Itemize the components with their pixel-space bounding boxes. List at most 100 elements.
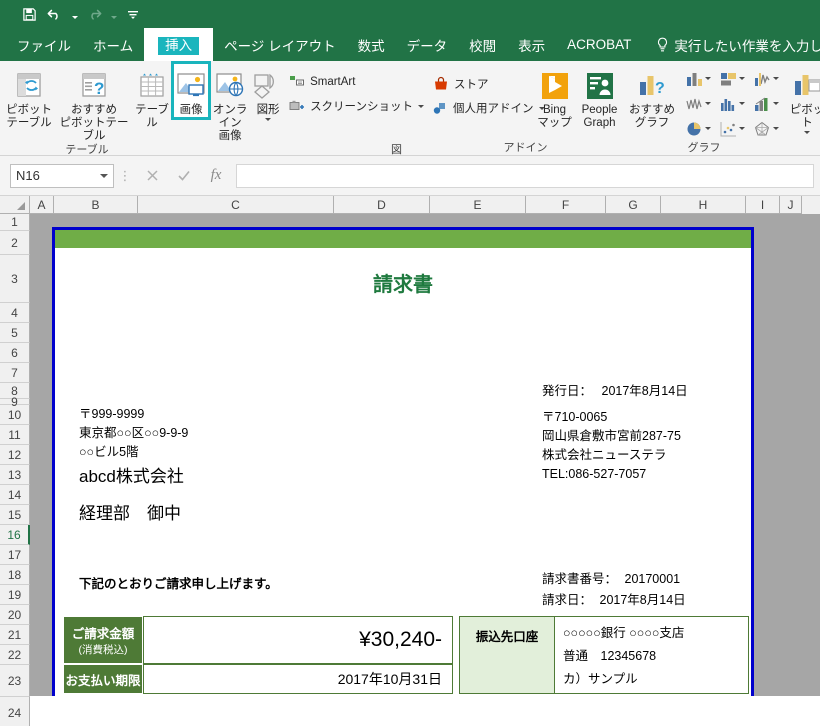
redo-dropdown-icon[interactable] xyxy=(107,2,120,26)
enter-icon[interactable] xyxy=(168,164,200,188)
chevron-down-icon[interactable] xyxy=(704,102,711,105)
tab-file[interactable]: ファイル xyxy=(6,28,82,61)
row-header-2[interactable]: 2 xyxy=(0,231,30,255)
column-header-B[interactable]: B xyxy=(54,196,138,214)
recommended-pivot-table-button[interactable]: ? おすすめ ピボットテーブル xyxy=(58,64,130,143)
histogram-chart-button[interactable] xyxy=(715,91,749,116)
formula-input[interactable] xyxy=(236,163,814,188)
chevron-down-icon[interactable] xyxy=(772,77,779,80)
save-icon[interactable] xyxy=(16,2,42,26)
row-header-5[interactable]: 5 xyxy=(0,323,30,343)
tab-view[interactable]: 表示 xyxy=(507,28,556,61)
customize-toolbar-icon[interactable] xyxy=(120,2,146,26)
column-header-C[interactable]: C xyxy=(138,196,334,214)
pivot-table-button[interactable]: ピボット テーブル xyxy=(0,64,58,130)
name-box[interactable]: N16 xyxy=(10,163,114,188)
row-header-4[interactable]: 4 xyxy=(0,303,30,323)
column-header-D[interactable]: D xyxy=(334,196,430,214)
screenshot-button[interactable]: スクリーンショット xyxy=(284,94,428,118)
cancel-icon[interactable] xyxy=(136,164,168,188)
waterfall-chart-button[interactable] xyxy=(749,91,783,116)
chevron-down-icon[interactable] xyxy=(704,77,711,80)
picture-button[interactable]: 画像 xyxy=(170,61,212,120)
tab-acrobat[interactable]: ACROBAT xyxy=(556,28,642,61)
column-header-G[interactable]: G xyxy=(606,196,661,214)
issue-date-line: 発行日： 2017年8月14日 xyxy=(542,382,688,401)
redo-icon[interactable] xyxy=(81,2,107,26)
chevron-down-icon[interactable] xyxy=(265,118,272,121)
table-button[interactable]: テーブル xyxy=(130,64,174,130)
tell-me-box[interactable]: 実行したい作業を入力してください xyxy=(642,28,820,61)
smartart-button[interactable]: SmartArt xyxy=(284,70,428,94)
tab-review[interactable]: 校閲 xyxy=(458,28,507,61)
ribbon-group-illustrations: 画像 オンライン 画像 図形 SmartArt スクリーンショット 図 xyxy=(170,61,428,155)
row-header-1[interactable]: 1 xyxy=(0,214,30,231)
tab-page-layout[interactable]: ページ レイアウト xyxy=(213,28,346,61)
chevron-down-icon[interactable] xyxy=(772,102,779,105)
tab-label: 挿入 xyxy=(158,36,200,56)
row-header-17[interactable]: 17 xyxy=(0,545,30,565)
chevron-down-icon[interactable] xyxy=(772,127,779,130)
recipient-company: abcd株式会社 xyxy=(79,467,184,486)
chevron-down-icon[interactable] xyxy=(738,127,745,130)
line-chart-button[interactable] xyxy=(749,66,783,91)
row-header-23[interactable]: 23 xyxy=(0,665,30,697)
column-header-H[interactable]: H xyxy=(661,196,746,214)
chevron-down-icon[interactable] xyxy=(738,77,745,80)
row-header-6[interactable]: 6 xyxy=(0,343,30,363)
bar-chart-button[interactable] xyxy=(715,66,749,91)
column-chart-button[interactable] xyxy=(681,66,715,91)
row-header-12[interactable]: 12 xyxy=(0,445,30,465)
stock-chart-button[interactable] xyxy=(681,91,715,116)
row-header-14[interactable]: 14 xyxy=(0,485,30,505)
people-graph-button[interactable]: People Graph xyxy=(576,64,623,130)
pivot-table-icon xyxy=(14,68,44,104)
column-header-A[interactable]: A xyxy=(30,196,54,214)
row-header-15[interactable]: 15 xyxy=(0,505,30,525)
radar-chart-button[interactable] xyxy=(749,116,783,141)
tab-insert[interactable]: 挿入 xyxy=(144,28,214,61)
select-all-corner[interactable] xyxy=(0,196,30,214)
row-header-3[interactable]: 3 xyxy=(0,255,30,303)
chevron-down-icon[interactable] xyxy=(418,104,424,108)
row-header-10[interactable]: 10 xyxy=(0,405,30,425)
row-header-21[interactable]: 21 xyxy=(0,625,30,645)
recommended-charts-button[interactable]: ? おすすめ グラフ xyxy=(623,64,681,130)
undo-dropdown-icon[interactable] xyxy=(68,2,81,26)
row-header-7[interactable]: 7 xyxy=(0,363,30,383)
chevron-down-icon[interactable] xyxy=(100,173,108,178)
tab-formulas[interactable]: 数式 xyxy=(347,28,396,61)
shapes-button[interactable]: 図形 xyxy=(252,64,284,121)
column-header-J[interactable]: J xyxy=(780,196,802,214)
chevron-down-icon[interactable] xyxy=(804,131,810,134)
column-header-F[interactable]: F xyxy=(526,196,606,214)
chevron-down-icon[interactable] xyxy=(738,102,745,105)
ribbon-content: ピボット テーブル ? おすすめ ピボットテーブル テーブル テーブル 画像 オ… xyxy=(0,61,820,156)
row-header-24[interactable]: 24 xyxy=(0,697,30,726)
bing-maps-button[interactable]: Bing マップ xyxy=(533,64,576,130)
row-header-22[interactable]: 22 xyxy=(0,645,30,665)
invoice-document-object[interactable]: 請求書 発行日： 2017年8月14日 〒999-9999 東京都○○区○○9-… xyxy=(52,227,754,696)
store-button[interactable]: ストア xyxy=(428,72,533,96)
row-header-18[interactable]: 18 xyxy=(0,565,30,585)
scatter-chart-button[interactable] xyxy=(715,116,749,141)
row-header-16[interactable]: 16 xyxy=(0,525,30,545)
pivot-chart-button[interactable]: ピボット xyxy=(785,64,820,134)
row-header-13[interactable]: 13 xyxy=(0,465,30,485)
row-headers: 1234567891011121314151617181920212223242… xyxy=(0,214,30,726)
my-addins-button[interactable]: 個人用アドイン xyxy=(428,96,545,120)
insert-function-icon[interactable]: fx xyxy=(200,164,232,188)
undo-icon[interactable] xyxy=(42,2,68,26)
chevron-down-icon[interactable] xyxy=(704,127,711,130)
button-label: 画像 xyxy=(179,104,203,116)
row-header-19[interactable]: 19 xyxy=(0,585,30,605)
row-header-11[interactable]: 11 xyxy=(0,425,30,445)
tab-home[interactable]: ホーム xyxy=(82,28,144,61)
pie-chart-button[interactable] xyxy=(681,116,715,141)
quick-access-toolbar xyxy=(0,0,820,28)
row-header-20[interactable]: 20 xyxy=(0,605,30,625)
tab-data[interactable]: データ xyxy=(396,28,459,61)
column-header-I[interactable]: I xyxy=(746,196,780,214)
online-picture-button[interactable]: オンライン 画像 xyxy=(208,64,252,143)
column-header-E[interactable]: E xyxy=(430,196,526,214)
